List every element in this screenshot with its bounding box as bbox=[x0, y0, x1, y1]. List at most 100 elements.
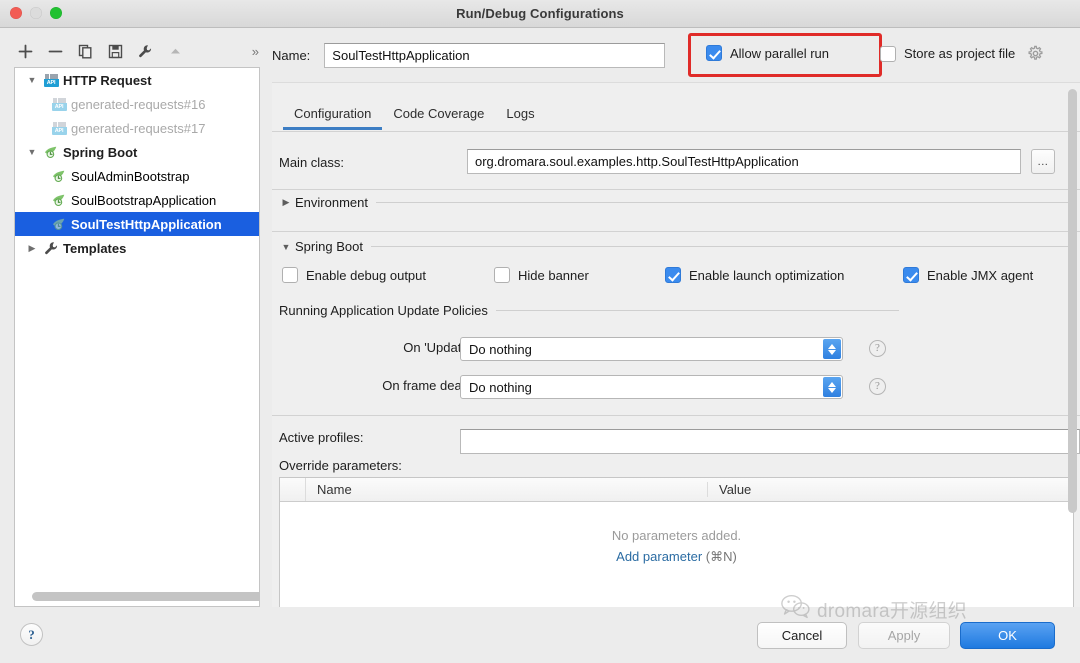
section-rule bbox=[495, 310, 899, 311]
column-header-value[interactable]: Value bbox=[708, 482, 751, 497]
cancel-button[interactable]: Cancel bbox=[757, 622, 847, 649]
spring-boot-icon bbox=[41, 144, 61, 160]
stepper-arrows-icon[interactable] bbox=[823, 377, 841, 397]
tree-node-generated-requests-17[interactable]: generated-requests#17 bbox=[15, 116, 259, 140]
copy-configuration-button[interactable] bbox=[70, 38, 100, 64]
dialog-footer: ? Cancel Apply OK bbox=[0, 607, 1080, 663]
tree-node-http-request[interactable]: ▼ HTTP Request bbox=[15, 68, 259, 92]
spring-boot-section-header[interactable]: ▼ Spring Boot bbox=[279, 239, 1072, 254]
spring-boot-label: Spring Boot bbox=[295, 239, 363, 254]
ok-button[interactable]: OK bbox=[960, 622, 1055, 649]
override-parameters-table[interactable]: Name Value No parameters added. Add para… bbox=[279, 477, 1074, 607]
gear-icon[interactable] bbox=[1027, 45, 1044, 62]
environment-label: Environment bbox=[295, 195, 368, 210]
checkbox-box[interactable] bbox=[706, 45, 722, 61]
move-up-button[interactable] bbox=[160, 38, 190, 64]
tree-node-spring-boot[interactable]: ▼ Spring Boot bbox=[15, 140, 259, 164]
section-rule bbox=[375, 202, 1072, 203]
tree-node-generated-requests-16[interactable]: generated-requests#16 bbox=[15, 92, 259, 116]
option-label: Enable debug output bbox=[306, 267, 426, 283]
enable-debug-output-checkbox[interactable]: Enable debug output bbox=[282, 267, 426, 283]
store-as-project-file-checkbox[interactable]: Store as project file bbox=[880, 45, 1044, 62]
apply-button[interactable]: Apply bbox=[858, 622, 950, 649]
tree-node-label: SoulAdminBootstrap bbox=[71, 168, 190, 184]
tab-code-coverage[interactable]: Code Coverage bbox=[382, 102, 495, 130]
tab-configuration[interactable]: Configuration bbox=[283, 102, 383, 130]
allow-parallel-run-checkbox[interactable]: Allow parallel run bbox=[706, 45, 829, 61]
wrench-icon bbox=[41, 241, 61, 256]
spring-boot-options: Enable debug output Hide banner Enable l… bbox=[282, 267, 1072, 287]
override-parameters-label: Override parameters: bbox=[279, 458, 402, 473]
add-configuration-button[interactable] bbox=[10, 38, 40, 64]
configurations-tree[interactable]: ▼ HTTP Request generated-requests#16 gen… bbox=[14, 67, 260, 607]
api-icon bbox=[49, 121, 69, 135]
remove-configuration-button[interactable] bbox=[40, 38, 70, 64]
stepper-arrows-icon[interactable] bbox=[823, 339, 841, 359]
tree-node-templates[interactable]: ▶ Templates bbox=[15, 236, 259, 260]
tree-horizontal-scrollbar[interactable] bbox=[32, 592, 259, 602]
environment-section-header[interactable]: ▶ Environment bbox=[279, 195, 1072, 210]
tree-node-label: Templates bbox=[63, 240, 127, 256]
spring-boot-icon bbox=[49, 192, 69, 208]
selected-value: Do nothing bbox=[469, 341, 532, 357]
enable-launch-optimization-checkbox[interactable]: Enable launch optimization bbox=[665, 267, 844, 283]
toolbar-overflow-button[interactable]: » bbox=[252, 45, 259, 58]
name-label: Name: bbox=[272, 48, 311, 63]
main-class-input[interactable] bbox=[467, 149, 1021, 174]
tree-node-soul-admin-bootstrap[interactable]: SoulAdminBootstrap bbox=[15, 164, 259, 188]
main-class-label: Main class: bbox=[279, 154, 345, 170]
add-parameter-link-row[interactable]: Add parameter (⌘N) bbox=[616, 549, 737, 565]
on-frame-deactivation-row: On frame deactivation: Do nothing ? bbox=[272, 375, 1080, 399]
active-profiles-input[interactable] bbox=[460, 429, 1080, 454]
name-input[interactable] bbox=[324, 43, 666, 68]
on-update-action-row: On 'Update' action: Do nothing ? bbox=[272, 337, 1080, 361]
store-as-project-file-label: Store as project file bbox=[904, 46, 1016, 61]
checkbox-box[interactable] bbox=[494, 267, 510, 283]
chevron-right-icon[interactable]: ▶ bbox=[23, 243, 41, 254]
column-header-name[interactable]: Name bbox=[306, 482, 708, 497]
update-policies-label: Running Application Update Policies bbox=[279, 303, 488, 318]
checkbox-box[interactable] bbox=[903, 267, 919, 283]
table-empty-state: No parameters added. Add parameter (⌘N) bbox=[280, 502, 1073, 607]
hide-banner-checkbox[interactable]: Hide banner bbox=[494, 267, 589, 283]
edit-templates-button[interactable] bbox=[130, 38, 160, 64]
tree-node-label: generated-requests#16 bbox=[71, 96, 206, 112]
help-hint-icon[interactable]: ? bbox=[869, 340, 886, 357]
configurations-toolbar: » bbox=[10, 36, 264, 66]
allow-parallel-run-label: Allow parallel run bbox=[730, 45, 829, 61]
enable-jmx-agent-checkbox[interactable]: Enable JMX agent bbox=[903, 267, 1033, 283]
policies-divider bbox=[272, 415, 1080, 416]
active-profiles-label: Active profiles: bbox=[279, 430, 364, 445]
add-parameter-link[interactable]: Add parameter bbox=[616, 549, 702, 564]
spring-boot-icon bbox=[49, 216, 69, 232]
save-configuration-button[interactable] bbox=[100, 38, 130, 64]
main-class-divider bbox=[272, 189, 1080, 190]
on-frame-deactivation-select[interactable]: Do nothing bbox=[460, 375, 843, 399]
on-update-action-select[interactable]: Do nothing bbox=[460, 337, 843, 361]
table-gutter bbox=[280, 478, 306, 501]
spring-boot-icon bbox=[49, 168, 69, 184]
tree-node-soul-test-http-application[interactable]: SoulTestHttpApplication bbox=[15, 212, 259, 236]
chevron-down-icon[interactable]: ▼ bbox=[23, 75, 41, 85]
checkbox-box[interactable] bbox=[282, 267, 298, 283]
checkbox-box[interactable] bbox=[880, 45, 896, 62]
tree-node-label: SoulBootstrapApplication bbox=[71, 192, 217, 208]
chevron-right-icon[interactable]: ▶ bbox=[279, 197, 293, 208]
add-parameter-shortcut: (⌘N) bbox=[705, 549, 737, 564]
api-icon bbox=[41, 73, 61, 87]
content-vertical-scrollbar[interactable] bbox=[1068, 89, 1077, 513]
help-button[interactable]: ? bbox=[20, 623, 43, 646]
help-hint-icon[interactable]: ? bbox=[869, 378, 886, 395]
option-label: Enable launch optimization bbox=[689, 267, 845, 283]
active-profiles-row: Active profiles: bbox=[279, 429, 1080, 455]
chevron-down-icon[interactable]: ▼ bbox=[23, 147, 41, 157]
environment-divider bbox=[272, 231, 1080, 232]
tree-node-soul-bootstrap-application[interactable]: SoulBootstrapApplication bbox=[15, 188, 259, 212]
browse-main-class-button[interactable]: ... bbox=[1031, 149, 1055, 174]
checkbox-box[interactable] bbox=[665, 267, 681, 283]
window-title: Run/Debug Configurations bbox=[456, 6, 624, 21]
tree-node-label: SoulTestHttpApplication bbox=[71, 216, 222, 232]
tab-logs[interactable]: Logs bbox=[495, 102, 545, 130]
configuration-content-panel: Configuration Code Coverage Logs Main cl… bbox=[272, 82, 1080, 607]
chevron-down-icon[interactable]: ▼ bbox=[279, 242, 293, 252]
